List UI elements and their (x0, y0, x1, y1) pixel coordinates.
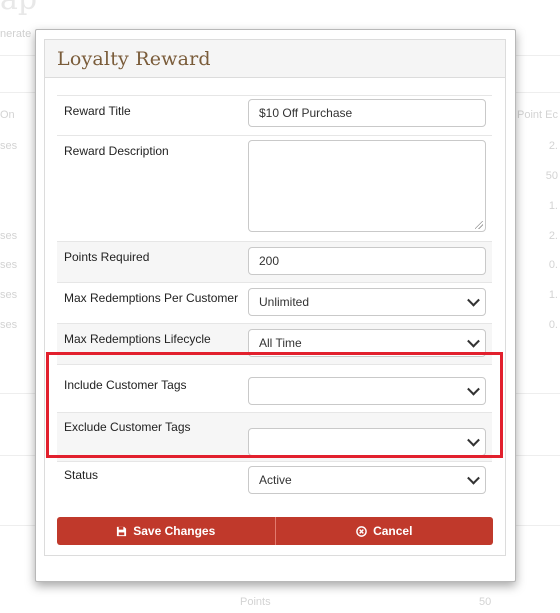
form-row-max-per-customer: Max Redemptions Per Customer Unlimited (57, 282, 492, 324)
loyalty-reward-modal: Loyalty Reward Reward Title $10 Off Purc… (35, 29, 516, 582)
background-cell: 1. (548, 200, 558, 212)
background-cell: ses (0, 289, 18, 301)
chevron-down-icon (467, 382, 480, 396)
exclude-tags-select[interactable] (248, 428, 486, 456)
background-cell: 50 (545, 170, 558, 182)
resize-grip-icon[interactable] (475, 221, 483, 229)
exclude-tags-label: Exclude Customer Tags (64, 420, 191, 434)
background-cell: 2. (548, 230, 558, 242)
chevron-down-icon (467, 293, 480, 307)
background-cell: 2. (548, 140, 558, 152)
form-row-status: Status Active (57, 461, 492, 504)
circle-x-icon (356, 525, 367, 537)
form-row-reward-description: Reward Description (57, 135, 492, 242)
reward-form-panel: Loyalty Reward Reward Title $10 Off Purc… (44, 39, 506, 556)
background-header-right: Point Ec (517, 109, 558, 121)
background-subtitle: nerate (0, 28, 32, 40)
max-per-customer-select[interactable]: Unlimited (248, 288, 486, 316)
background-cell: 1. (548, 289, 558, 301)
background-cell: 0. (548, 319, 558, 331)
panel-header: Loyalty Reward (45, 40, 505, 78)
max-lifecycle-select[interactable]: All Time (248, 329, 486, 357)
chevron-down-icon (467, 334, 480, 348)
form-row-max-lifecycle: Max Redemptions Lifecycle All Time (57, 323, 492, 365)
max-per-customer-value: Unlimited (259, 295, 310, 309)
form-row-reward-title: Reward Title $10 Off Purchase (57, 95, 492, 136)
max-per-customer-label: Max Redemptions Per Customer (64, 291, 239, 305)
background-footer-label: Points (240, 596, 271, 608)
form-row-include-tags: Include Customer Tags (57, 364, 492, 413)
background-cell: ses (0, 230, 18, 242)
form-actions: Save Changes Cancel (57, 517, 493, 545)
reward-title-input[interactable]: $10 Off Purchase (248, 99, 486, 127)
cancel-label: Cancel (373, 524, 413, 538)
floppy-disk-icon (117, 526, 127, 536)
status-label: Status (64, 468, 99, 482)
include-tags-select[interactable] (248, 377, 486, 405)
background-footer-value: 50 (479, 596, 492, 608)
save-changes-label: Save Changes (133, 524, 216, 538)
reward-description-label: Reward Description (64, 144, 169, 158)
points-required-input[interactable]: 200 (248, 247, 486, 275)
background-title: ap (0, 0, 37, 17)
max-lifecycle-label: Max Redemptions Lifecycle (64, 332, 211, 346)
reward-title-label: Reward Title (64, 104, 131, 118)
modal-title: Loyalty Reward (57, 47, 211, 70)
status-select[interactable]: Active (248, 466, 486, 494)
background-cell: ses (0, 259, 18, 271)
points-required-label: Points Required (64, 250, 150, 264)
cancel-button[interactable]: Cancel (274, 517, 493, 545)
status-value: Active (259, 473, 292, 487)
form-row-exclude-tags: Exclude Customer Tags (57, 412, 492, 462)
max-lifecycle-value: All Time (259, 336, 302, 350)
form-row-points-required: Points Required 200 (57, 241, 492, 283)
background-cell: ses (0, 140, 18, 152)
background-header-left: On (0, 109, 15, 121)
background-cell: ses (0, 319, 18, 331)
chevron-down-icon (467, 471, 480, 485)
points-required-value: 200 (259, 254, 280, 268)
save-changes-button[interactable]: Save Changes (57, 517, 275, 545)
background-cell: 0. (548, 259, 558, 271)
reward-description-textarea[interactable] (248, 140, 486, 232)
include-tags-label: Include Customer Tags (64, 378, 187, 392)
reward-title-value: $10 Off Purchase (259, 106, 353, 120)
chevron-down-icon (467, 433, 480, 447)
